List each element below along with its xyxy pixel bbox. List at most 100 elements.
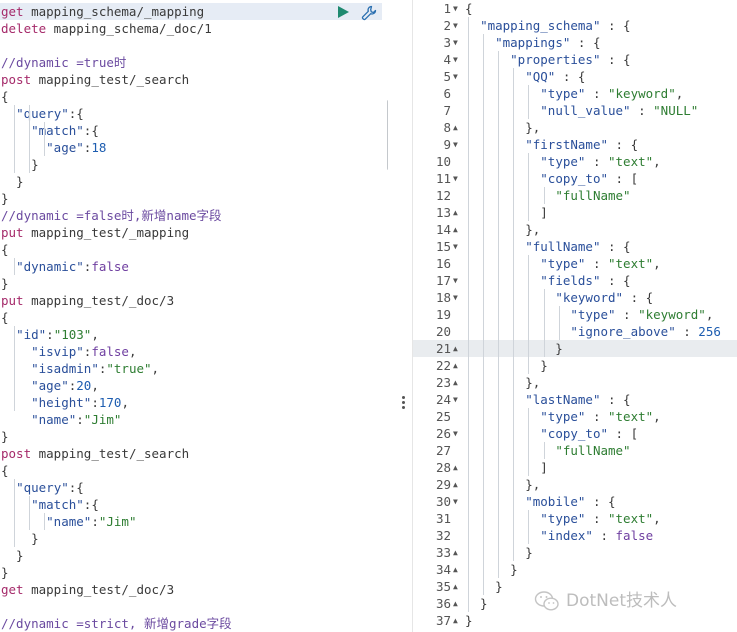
code-punctuation: : [91,395,99,410]
fold-toggle-icon[interactable]: ▼ [453,170,463,187]
indent-guide [14,258,16,275]
code-line: //dynamic =true时 [1,54,126,71]
fold-toggle-icon[interactable]: ▼ [453,34,463,51]
json-key: "name" [31,412,77,427]
json-key: "fields" [540,273,601,288]
code-punctuation: }, [465,222,541,237]
fold-toggle-icon[interactable]: ▼ [453,51,463,68]
fold-toggle-icon[interactable]: ▼ [453,289,463,306]
json-value: false [91,344,129,359]
code-line: "isadmin":"true", [1,360,159,377]
fold-end-icon: ▲ [453,480,458,489]
json-value: "keyword" [638,307,706,322]
response-line: 34 ▲ } [413,561,737,578]
response-code: "null_value" : "NULL" [465,102,698,119]
fold-end-icon: ▲ [453,123,458,132]
json-value: 18 [91,140,107,155]
line-number: 22 [435,358,451,373]
code-punctuation: : [585,86,608,101]
request-path: mapping_test/_search [31,72,190,87]
code-punctuation: } [1,174,24,189]
code-punctuation: } [1,429,9,444]
code-punctuation: : { [600,273,631,288]
fold-toggle-icon[interactable]: ▼ [453,391,463,408]
indent-guide [528,85,530,119]
code-comment: //dynamic =true时 [1,55,127,70]
json-key: "QQ" [525,69,556,84]
request-editor[interactable]: get mapping_schema/_mapping delete mappin… [0,0,388,632]
code-punctuation: } [1,565,9,580]
code-punctuation: }, [465,120,541,135]
fold-toggle-icon[interactable]: ▼ [453,493,463,510]
code-punctuation: , [91,378,99,393]
code-punctuation: : [585,154,608,169]
indent-guide [29,105,31,173]
response-viewer[interactable]: 1 ▼{2 ▼ "mapping_schema" : {3 ▼ "mappings" … [412,0,737,632]
line-number: 18 [435,290,451,305]
indent-guide [528,408,530,476]
indent-guide [543,187,545,204]
response-code: "copy_to" : [ [465,425,638,442]
response-line: 13 ▲ ] [413,204,737,221]
response-code: "mapping_schema" : { [465,17,631,34]
code-punctuation: }, [465,375,541,390]
fold-end-icon: ▲ [453,582,458,591]
line-number: 29 [435,477,451,492]
json-key: "type" [540,86,586,101]
wrench-icon[interactable] [360,4,378,22]
line-number: 4 [443,52,451,67]
json-key: "keyword" [555,290,624,305]
code-punctuation: , [128,344,137,359]
json-value: "true" [106,361,152,376]
fold-toggle-icon[interactable]: ▼ [453,238,463,255]
code-punctuation: { [1,310,9,325]
fold-toggle-icon[interactable]: ▼ [453,0,463,17]
line-number: 35 [435,579,451,594]
fold-toggle-icon[interactable]: ▼ [453,425,463,442]
code-punctuation: :{ [68,480,84,495]
request-path: mapping_schema/_mapping [23,4,205,19]
fold-toggle-icon[interactable]: ▼ [453,17,463,34]
code-line: //dynamic =false时,新增name字段 [1,207,222,224]
code-punctuation: }, [465,477,541,492]
code-punctuation: : { [623,290,654,305]
fold-toggle-icon[interactable]: ▼ [453,136,463,153]
json-key: "age" [46,140,84,155]
fold-end-icon: ▲ [453,548,458,557]
code-punctuation: : [675,324,699,339]
code-line: { [1,241,9,258]
json-key: "mapping_schema" [480,18,601,33]
json-value: "103" [53,327,92,342]
code-punctuation: : { [608,137,639,152]
fold-toggle-icon[interactable]: ▼ [453,68,463,85]
response-line: 33 ▲ } [413,544,737,561]
json-key: "height" [31,395,92,410]
pane-splitter-handle[interactable] [402,396,406,412]
line-number: 27 [435,443,451,458]
code-line: } [1,156,39,173]
fold-toggle-icon[interactable]: ▼ [453,272,463,289]
response-line: 7 "null_value" : "NULL" [413,102,737,119]
response-line: 12 "fullName" [413,187,737,204]
code-line: "name":"Jim" [1,411,121,428]
http-method: post [1,446,32,461]
code-punctuation: :{ [68,106,84,121]
http-method: put [1,225,24,240]
code-line: "height":170, [1,394,129,411]
play-icon[interactable] [336,5,350,19]
json-key: "fullName" [525,239,601,254]
json-value: "NULL" [653,103,699,118]
response-line: 16 "type" : "text", [413,255,737,272]
line-number: 34 [435,562,451,577]
scrollbar[interactable] [387,100,388,170]
response-line: 21 ▲ } [413,340,737,357]
http-method: post [1,72,32,87]
response-code: "fullName" [465,187,630,204]
response-code: "firstName" : { [465,136,638,153]
code-punctuation: : [585,511,608,526]
